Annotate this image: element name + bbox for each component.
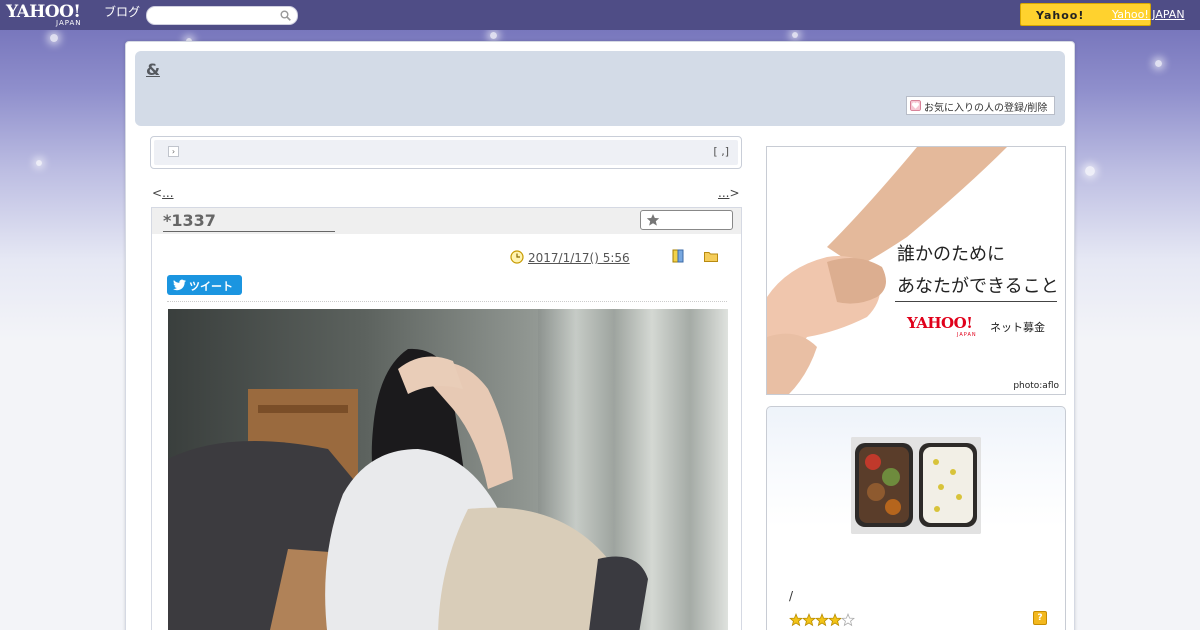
ad-photo-credit: photo:aflo <box>1013 381 1059 391</box>
profile-image[interactable] <box>851 437 981 534</box>
favorite-register-label: お気に入りの人の登録/削除 <box>924 103 1048 114</box>
divider <box>167 301 727 302</box>
star-filled-icon <box>802 613 816 627</box>
blog-frame: & お気に入りの人の登録/削除 › [ ,] <... ...> *1337 2… <box>125 41 1075 630</box>
search-box <box>146 6 298 25</box>
logo-sub-text: JAPAN <box>56 19 82 27</box>
yahoo-japan-link[interactable]: Yahoo! JAPAN <box>1112 8 1185 21</box>
charity-ad-banner[interactable]: 誰かのために あなたができること YAHOO! JAPAN ネット募金 phot… <box>766 146 1066 395</box>
notice-right-text: [ ,] <box>713 145 729 158</box>
help-icon[interactable]: ? <box>1033 611 1047 625</box>
blog-title[interactable]: & <box>146 60 160 79</box>
search-input[interactable] <box>155 7 280 24</box>
search-icon[interactable] <box>280 10 291 21</box>
bento-lunch-illustration <box>851 437 981 534</box>
star-empty-icon <box>841 613 855 627</box>
favorite-register-button[interactable]: お気に入りの人の登録/削除 <box>906 96 1055 115</box>
article-rate-button[interactable] <box>640 210 733 230</box>
book-icon[interactable] <box>672 249 685 263</box>
star-filled-icon <box>815 613 829 627</box>
snowflake-decoration <box>1155 60 1162 67</box>
heart-icon <box>910 100 921 111</box>
next-article-nav: ...> <box>718 186 740 200</box>
article-header: *1337 <box>152 208 741 234</box>
snowflake-decoration <box>50 34 58 42</box>
snowflake-decoration <box>1085 166 1095 176</box>
snowflake-decoration <box>792 32 798 38</box>
prev-article-link[interactable]: ... <box>162 186 203 200</box>
rating-stars <box>789 613 855 627</box>
twitter-bird-icon <box>173 279 186 291</box>
ad-headline-2: あなたができること <box>897 276 1059 297</box>
next-article-link[interactable]: ... <box>718 186 729 200</box>
star-filled-icon <box>789 613 803 627</box>
article: *1337 2017/1/17() 5:56 ツイート <box>151 207 742 630</box>
arrow-right-icon[interactable]: › <box>168 146 179 157</box>
clock-icon <box>510 250 524 264</box>
logo-service-name: ブログ <box>104 5 141 19</box>
notice-bar: › [ ,] <box>150 136 742 169</box>
snowflake-decoration <box>36 160 42 166</box>
ad-yahoo-logo: YAHOO! <box>907 314 973 332</box>
top-bar: YAHOO! JAPAN ブログ Yahoo! Yahoo! JAPAN <box>0 0 1200 30</box>
ad-headline-1: 誰かのために <box>897 244 1005 265</box>
profile-box: / ? <box>766 406 1066 630</box>
prev-article-nav: <... <box>152 186 204 200</box>
star-icon <box>646 214 660 226</box>
profile-text: / <box>789 589 794 603</box>
ad-divider <box>895 301 1057 302</box>
article-title[interactable]: *1337 <box>163 211 335 232</box>
ad-yahoo-logo-sub: JAPAN <box>957 332 977 338</box>
tweet-button[interactable]: ツイート <box>167 275 242 295</box>
article-date-link[interactable]: 2017/1/17() 5:56 <box>528 251 652 265</box>
star-filled-icon <box>828 613 842 627</box>
helping-hands-illustration <box>767 147 1065 394</box>
yahoo-blog-logo[interactable]: YAHOO! JAPAN ブログ <box>6 3 141 27</box>
tweet-label: ツイート <box>189 280 233 293</box>
next-symbol: > <box>729 186 740 200</box>
prev-symbol: < <box>152 186 163 200</box>
notice-inner: › [ ,] <box>154 140 738 165</box>
blog-header: & お気に入りの人の登録/削除 <box>135 51 1065 126</box>
article-photo <box>168 309 728 630</box>
snowflake-decoration <box>490 32 497 39</box>
folder-icon[interactable] <box>704 251 718 262</box>
woman-holding-head-illustration <box>168 309 728 630</box>
ad-service-name: ネット募金 <box>990 321 1045 334</box>
